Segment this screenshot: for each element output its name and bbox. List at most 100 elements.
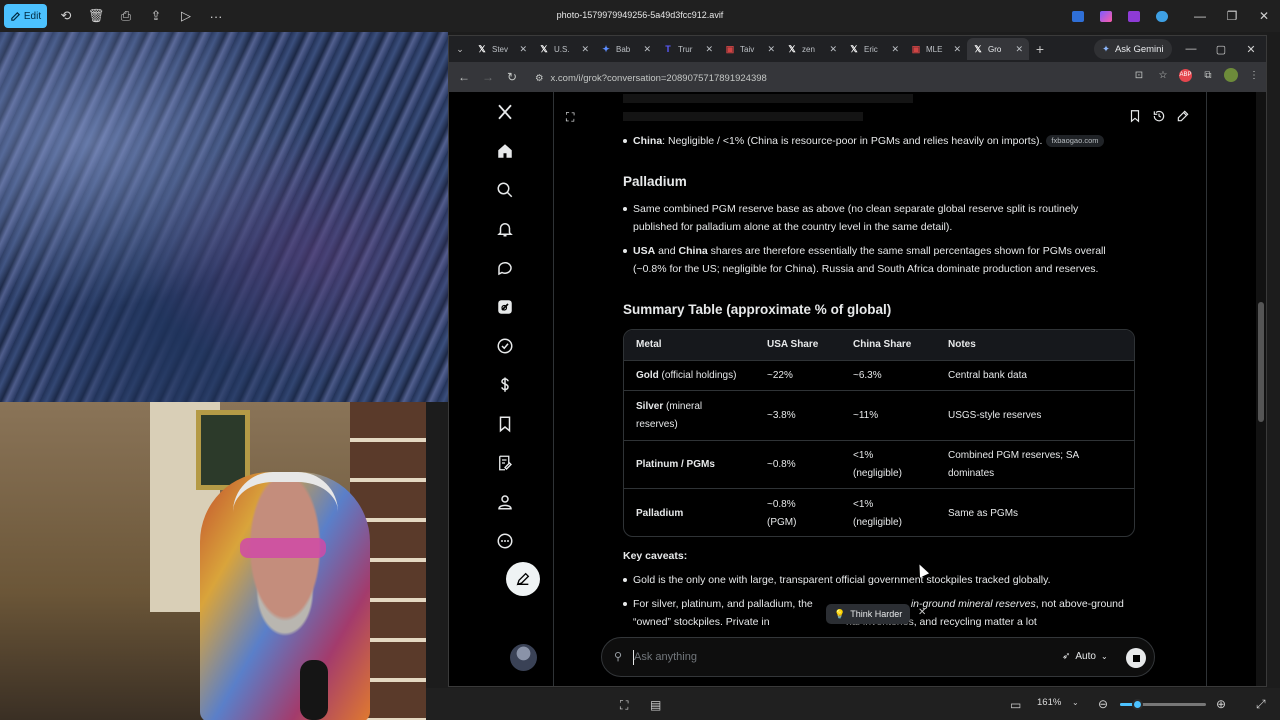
tab-close-icon[interactable]: ✕	[581, 44, 589, 55]
ask-gemini-button[interactable]: ✦ Ask Gemini	[1094, 39, 1172, 59]
adblock-icon[interactable]: ABP	[1179, 68, 1192, 82]
think-harder-button[interactable]: 💡 Think Harder	[826, 604, 911, 624]
app-icon-blue[interactable]	[1064, 6, 1092, 26]
new-chat-icon[interactable]	[1175, 108, 1191, 124]
more-options-icon[interactable]: ···	[201, 4, 231, 28]
profile-icon[interactable]	[487, 487, 523, 517]
compose-post-button[interactable]	[506, 562, 540, 596]
articles-icon[interactable]	[487, 448, 523, 478]
slideshow-icon[interactable]: ▷	[171, 4, 201, 28]
bookmark-star-icon[interactable]: ☆	[1155, 67, 1171, 83]
tab-close-icon[interactable]: ✕	[643, 44, 651, 55]
browser-maximize-icon[interactable]: ▢	[1206, 36, 1236, 62]
tab-close-icon[interactable]: ✕	[519, 44, 527, 55]
app-icon-clipchamp[interactable]	[1120, 6, 1148, 26]
browser-tab[interactable]: 𝕏 U.S. ✕	[533, 38, 595, 60]
zoom-out-icon[interactable]: ⊖	[1098, 697, 1108, 711]
messages-icon[interactable]	[487, 253, 523, 283]
browser-tab[interactable]: 𝕏 Gro ✕	[967, 38, 1029, 60]
browser-minimize-icon[interactable]: —	[1176, 36, 1206, 62]
grok-icon[interactable]	[487, 292, 523, 322]
tab-label: U.S.	[554, 44, 570, 54]
stop-generating-button[interactable]	[1126, 648, 1146, 668]
new-tab-button[interactable]: +	[1029, 41, 1051, 57]
tab-close-icon[interactable]: ✕	[767, 44, 775, 55]
rocket-icon: ➶	[1062, 651, 1071, 662]
x-logo-icon[interactable]	[487, 97, 523, 127]
attach-paperclip-icon[interactable]: ⚲	[614, 650, 622, 663]
history-icon[interactable]	[1151, 108, 1167, 124]
chat-composer[interactable]: ⚲ Ask anything ➶ Auto ⌄	[601, 637, 1155, 677]
app-icon-copilot[interactable]	[1092, 6, 1120, 26]
browser-tab[interactable]: 𝕏 Eric ✕	[843, 38, 905, 60]
explore-search-icon[interactable]	[487, 175, 523, 205]
restore-icon[interactable]: ❐	[1216, 0, 1248, 32]
back-icon[interactable]: ←	[452, 70, 476, 84]
profile-avatar[interactable]	[1224, 68, 1238, 82]
account-avatar[interactable]	[510, 644, 537, 671]
browser-tab[interactable]: ▣ MLE ✕	[905, 38, 967, 60]
fit-screen-icon[interactable]: ▭	[1010, 698, 1021, 712]
delete-icon[interactable]: 🗑	[81, 4, 111, 28]
fullscreen-icon[interactable]: ⤢	[1256, 697, 1266, 712]
page-scrollbar[interactable]	[1256, 92, 1266, 686]
list-item: USA and China shares are therefore essen…	[623, 242, 1133, 278]
browser-tab[interactable]: 𝕏 Stev ✕	[471, 38, 533, 60]
site-info-icon[interactable]: ⚙	[535, 73, 544, 84]
browser-tab[interactable]: T Trur ✕	[657, 38, 719, 60]
palladium-heading: Palladium	[623, 174, 687, 189]
compose-feather-icon	[516, 572, 530, 586]
film-strip-icon[interactable]: ▤	[650, 698, 661, 712]
notifications-bell-icon[interactable]	[487, 214, 523, 244]
zoom-level[interactable]: 161%	[1037, 697, 1061, 708]
crop-icon[interactable]: ⛶	[620, 698, 628, 713]
expand-icon[interactable]: ⛶	[566, 110, 574, 125]
tab-close-icon[interactable]: ✕	[1015, 44, 1023, 55]
dismiss-think-harder-icon[interactable]: ✕	[918, 607, 926, 618]
table-row: Silver (mineral reserves) ~3.8% ~11% USG…	[624, 390, 1134, 440]
tab-close-icon[interactable]: ✕	[891, 44, 899, 55]
extensions-icon[interactable]: ⧉	[1200, 67, 1216, 83]
forward-icon[interactable]: →	[476, 70, 500, 84]
zoom-dropdown-icon[interactable]: ⌄	[1072, 698, 1079, 707]
browser-menu-icon[interactable]: ⋮	[1246, 67, 1262, 83]
scrollbar-thumb[interactable]	[1258, 302, 1264, 422]
print-icon[interactable]: ⎙	[111, 4, 141, 28]
share-icon[interactable]: ⇪	[141, 4, 171, 28]
tab-close-icon[interactable]: ✕	[829, 44, 837, 55]
stop-icon	[1132, 654, 1140, 662]
app-icon-cloud[interactable]	[1148, 6, 1176, 26]
composer-input[interactable]: Ask anything	[634, 651, 697, 663]
home-icon[interactable]	[487, 136, 523, 166]
column-header: USA Share	[767, 339, 819, 350]
install-app-icon[interactable]: ⊡	[1131, 67, 1147, 83]
reload-icon[interactable]: ↻	[500, 70, 524, 84]
tab-label: zen	[802, 44, 815, 54]
close-icon[interactable]: ✕	[1248, 0, 1280, 32]
tab-close-icon[interactable]: ✕	[705, 44, 713, 55]
tab-label: Trur	[678, 44, 693, 54]
source-chip[interactable]: fxbaogao.com	[1046, 135, 1104, 147]
mode-selector[interactable]: ➶ Auto ⌄	[1062, 651, 1108, 662]
more-circle-icon[interactable]	[487, 526, 523, 556]
rotate-icon[interactable]: ⟲	[51, 4, 81, 28]
browser-tab[interactable]: ▣ Taiv ✕	[719, 38, 781, 60]
list-item: Gold is the only one with large, transpa…	[623, 571, 1133, 589]
tab-close-icon[interactable]: ✕	[953, 44, 961, 55]
table-row: Gold (official holdings) ~22% ~6.3% Cent…	[624, 360, 1134, 390]
bookmark-icon[interactable]	[1127, 108, 1143, 124]
table-header-row: Metal USA Share China Share Notes	[624, 330, 1134, 360]
url-field[interactable]: ⚙ x.com/i/grok?conversation=208907571789…	[535, 69, 1095, 87]
table-row: Palladium ~0.8% (PGM) <1% (negligible) S…	[624, 488, 1134, 536]
zoom-slider[interactable]	[1120, 699, 1206, 710]
browser-tab[interactable]: ✦ Bab ✕	[595, 38, 657, 60]
verified-check-icon[interactable]	[487, 331, 523, 361]
browser-tab[interactable]: 𝕏zen ✕	[781, 38, 843, 60]
browser-close-icon[interactable]: ✕	[1236, 36, 1266, 62]
money-icon[interactable]	[487, 370, 523, 400]
minimize-icon[interactable]: —	[1184, 0, 1216, 32]
tab-search-icon[interactable]: ⌄	[449, 44, 471, 55]
edit-button[interactable]: Edit	[4, 4, 47, 28]
zoom-in-icon[interactable]: ⊕	[1216, 697, 1226, 711]
bookmarks-icon[interactable]	[487, 409, 523, 439]
